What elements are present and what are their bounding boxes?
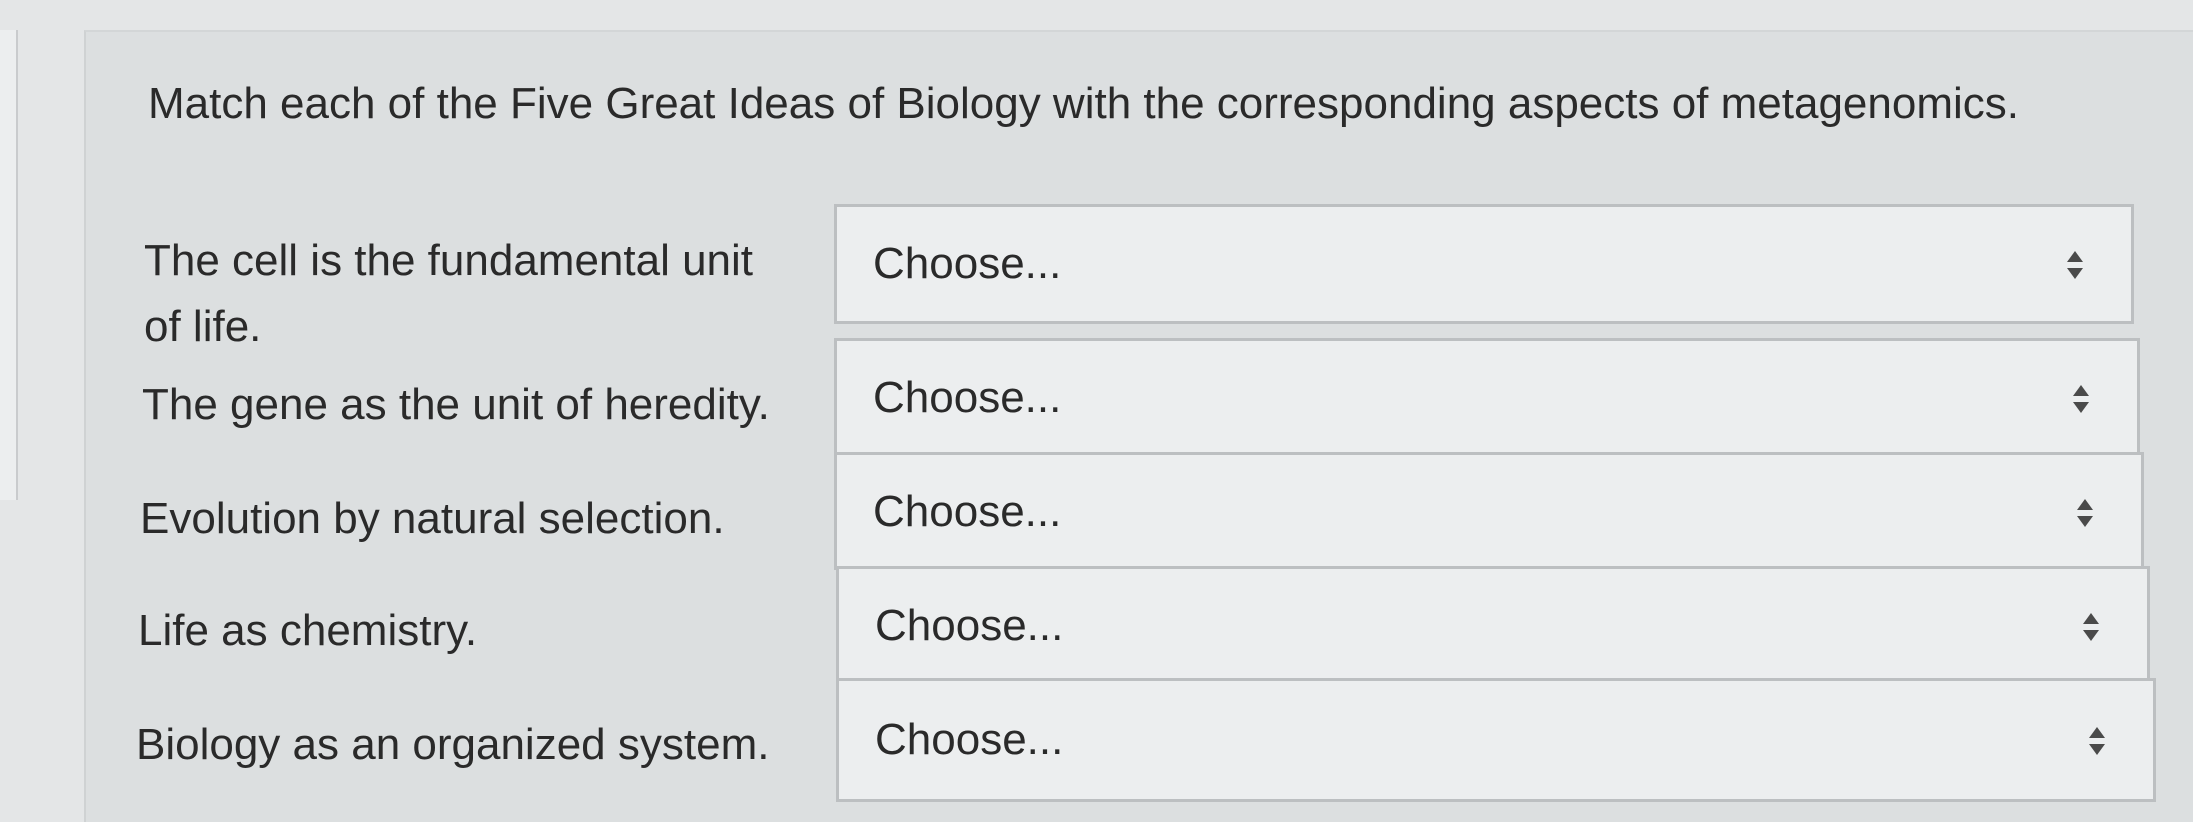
up-down-arrows-icon: [2073, 385, 2089, 413]
select-evolution[interactable]: Choose...: [834, 452, 2144, 570]
select-system-value: Choose...: [875, 715, 1064, 764]
select-gene[interactable]: Choose...: [834, 338, 2140, 456]
row-label-cell: The cell is the fundamental unit of life…: [144, 228, 824, 360]
select-cell[interactable]: Choose...: [834, 204, 2134, 324]
up-down-arrows-icon: [2083, 613, 2099, 641]
up-down-arrows-icon: [2089, 727, 2105, 755]
select-chemistry-value: Choose...: [875, 601, 1064, 650]
select-cell-value: Choose...: [873, 239, 1062, 288]
select-chemistry[interactable]: Choose...: [836, 566, 2150, 684]
question-text: Match each of the Five Great Ideas of Bi…: [148, 79, 2019, 128]
up-down-arrows-icon: [2077, 499, 2093, 527]
select-gene-value: Choose...: [873, 373, 1062, 422]
left-edge-strip: [0, 30, 18, 500]
row-label-evolution: Evolution by natural selection.: [140, 494, 725, 543]
row-label-cell-line1: The cell is the fundamental unit: [144, 236, 754, 285]
select-system[interactable]: Choose...: [836, 678, 2156, 802]
select-evolution-value: Choose...: [873, 487, 1062, 536]
question-panel: Match each of the Five Great Ideas of Bi…: [84, 30, 2193, 822]
row-label-gene: The gene as the unit of heredity.: [142, 380, 770, 429]
row-label-cell-line2: of life.: [144, 302, 262, 351]
row-label-chemistry: Life as chemistry.: [138, 606, 478, 655]
up-down-arrows-icon: [2067, 251, 2083, 279]
row-label-system: Biology as an organized system.: [136, 720, 770, 769]
